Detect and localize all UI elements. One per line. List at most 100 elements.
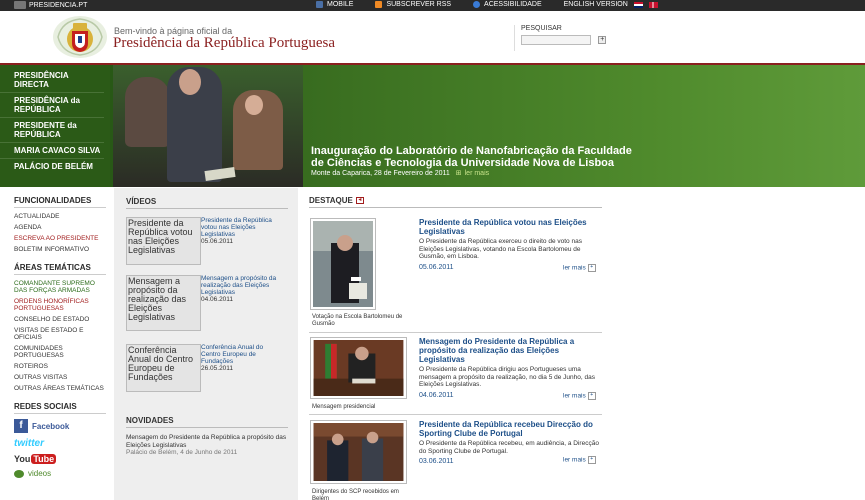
facebook-link[interactable]: f Facebook (14, 419, 106, 433)
video-caption[interactable]: Presidente da República votou nas Eleiçõ… (201, 217, 281, 245)
sidebar-item-roteiros[interactable]: ROTEIROS (14, 361, 106, 372)
twitter-logo-icon: twitter (14, 438, 44, 449)
facebook-icon: f (14, 419, 28, 433)
sidebar-item-boletim[interactable]: BOLETIM INFORMATIVO (14, 244, 106, 255)
video-item[interactable]: Presidente da República votou nas Eleiçõ… (126, 217, 296, 277)
videos-label: videos (28, 469, 52, 478)
hero-banner: PRESIDÊNCIA DIRECTA PRESIDÊNCIA da REPÚB… (0, 65, 865, 187)
banner-read-more-link[interactable]: ler mais (456, 170, 489, 177)
video-item[interactable]: Conferência Anual do Centro Europeu de F… (126, 344, 296, 404)
news-read-more[interactable]: ler mais (563, 456, 596, 464)
search-label: PESQUISAR (521, 25, 562, 32)
sidebar-item-conselho[interactable]: CONSELHO DE ESTADO (14, 314, 106, 325)
banner-place-date: Monte da Caparica, 28 de Fevereiro de 20… (311, 169, 489, 177)
video-date: 26.05.2011 (201, 365, 234, 372)
youtube-link[interactable]: You Tube (14, 454, 106, 464)
news-image[interactable] (310, 218, 376, 310)
video-caption[interactable]: Conferência Anual do Centro Europeu de F… (201, 344, 281, 372)
sidebar-item-escreva[interactable]: ESCREVA AO PRESIDENTE (14, 233, 106, 244)
nav-presidencia-directa[interactable]: PRESIDÊNCIA DIRECTA (0, 68, 104, 93)
news-date: 03.06.2011 (419, 458, 454, 465)
coat-of-arms-icon[interactable] (52, 15, 108, 59)
mobile-label: MOBILE (327, 1, 354, 8)
news-title[interactable]: Presidente da República votou nas Eleiçõ… (419, 218, 599, 236)
site-link[interactable]: PRESIDENCIA.PT (14, 1, 87, 9)
video-thumbnail[interactable]: Conferência Anual do Centro Europeu de F… (126, 344, 201, 392)
news-body: O Presidente da República recebeu, em au… (419, 440, 599, 455)
sidebar-item-comandante[interactable]: COMANDANTE SUPREMO DAS FORÇAS ARMADAS (14, 278, 106, 296)
rss-icon (375, 1, 383, 8)
videos-heading: VÍDEOS (126, 197, 288, 209)
news-image-caption: Votação na Escola Bartolomeu de Gusmão (312, 314, 403, 327)
destaque-section: DESTAQUE ◂ Votação na Escola Bartolomeu … (309, 196, 602, 500)
video-item[interactable]: Mensagem a propósito da realização das E… (126, 275, 296, 335)
video-date: 05.06.2011 (201, 238, 234, 245)
english-version-link[interactable]: ENGLISH VERSION (564, 1, 658, 8)
video-caption[interactable]: Mensagem a propósito da realização das E… (201, 275, 281, 303)
novidades-item[interactable]: Mensagem do Presidente da República a pr… (126, 434, 288, 449)
sidebar-item-agenda[interactable]: AGENDA (14, 222, 106, 233)
site-name: PRESIDENCIA.PT (29, 1, 88, 9)
news-image-caption: Dirigentes do SCP recebidos em Belém (312, 489, 399, 500)
news-title[interactable]: Mensagem do Presidente da República a pr… (419, 337, 599, 364)
redes-sociais-heading: REDES SOCIAIS (14, 402, 106, 414)
sidebar-item-outras-visitas[interactable]: OUTRAS VISITAS (14, 372, 106, 383)
news-image[interactable] (310, 337, 407, 399)
sidebar-item-comunidades[interactable]: COMUNIDADES PORTUGUESAS (14, 343, 106, 361)
videos-link[interactable]: videos (14, 469, 106, 478)
news-photo (313, 340, 404, 396)
english-version-label: ENGLISH VERSION (563, 1, 628, 8)
novidades-section: NOVIDADES Mensagem do Presidente da Repú… (126, 416, 288, 456)
uk-flag-icon (633, 1, 643, 8)
left-sidebar: FUNCIONALIDADES ACTUALIDADE AGENDA ESCRE… (14, 196, 106, 483)
areas-tematicas-heading: ÁREAS TEMÁTICAS (14, 263, 106, 275)
destaque-title: DESTAQUE (309, 196, 353, 205)
site-title[interactable]: Presidência da República Portuguesa (113, 35, 335, 52)
twitter-link[interactable]: twitter (14, 438, 106, 449)
video-thumbnail[interactable]: Mensagem a propósito da realização das E… (126, 275, 201, 331)
presidency-logo-icon (14, 1, 26, 9)
nav-palacio-belem[interactable]: PALÁCIO DE BELÉM (0, 159, 104, 174)
video-thumbnail[interactable]: Presidente da República votou nas Eleiçõ… (126, 217, 201, 265)
youtube-tube-text: Tube (31, 454, 57, 464)
top-bar: PRESIDENCIA.PT MOBILE SUBSCREVER RSS ACE… (0, 0, 865, 11)
sidebar-item-actualidade[interactable]: ACTUALIDADE (14, 211, 106, 222)
us-flag-icon (648, 1, 658, 8)
news-body: O Presidente da República dirigiu aos Po… (419, 366, 595, 388)
novidades-meta: Palácio de Belém, 4 de Junho de 2011 (126, 449, 238, 456)
video-title: Mensagem a propósito da realização das E… (201, 275, 277, 296)
nav-maria-cavaco-silva[interactable]: MARIA CAVACO SILVA (0, 143, 104, 159)
nav-presidente-republica[interactable]: PRESIDENTE da REPÚBLICA (0, 118, 104, 143)
news-body: O Presidente da República exerceu o dire… (419, 238, 582, 260)
accessibility-link[interactable]: ACESSIBILIDADE (473, 1, 542, 8)
news-image[interactable] (310, 420, 407, 484)
sidebar-item-visitas-estado[interactable]: VISITAS DE ESTADO E OFICIAIS (14, 325, 106, 343)
sidebar-item-ordens[interactable]: ORDENS HONORÍFICAS PORTUGUESAS (14, 296, 106, 314)
facebook-label: Facebook (32, 421, 70, 431)
search-input[interactable] (521, 35, 591, 45)
search-box: PESQUISAR + (514, 25, 607, 51)
news-photo (313, 221, 373, 307)
youtube-you-text: You (14, 454, 31, 464)
rss-feed-icon[interactable]: ◂ (355, 197, 364, 204)
header: Bem-vindo à página oficial da Presidênci… (0, 11, 865, 63)
video-title: Conferência Anual do Centro Europeu de F… (201, 344, 264, 365)
rss-label: SUBSCREVER RSS (386, 1, 452, 8)
banner-photo[interactable] (113, 65, 303, 187)
mobile-link[interactable]: MOBILE (316, 1, 353, 8)
news-date: 04.06.2011 (419, 392, 454, 399)
news-read-more[interactable]: ler mais (563, 264, 596, 272)
news-read-more[interactable]: ler mais (563, 392, 596, 400)
nav-presidencia-republica[interactable]: PRESIDÊNCIA da REPÚBLICA (0, 93, 104, 118)
rss-link[interactable]: SUBSCREVER RSS (375, 1, 451, 8)
video-title: Presidente da República votou nas Eleiçõ… (201, 217, 272, 238)
search-button[interactable]: + (598, 36, 607, 44)
middle-column: VÍDEOS Presidente da República votou nas… (114, 188, 298, 500)
news-title[interactable]: Presidente da República recebeu Direcção… (419, 420, 599, 438)
novidades-heading: NOVIDADES (126, 416, 288, 428)
news-item: Dirigentes do SCP recebidos em Belém Pre… (309, 420, 602, 500)
sidebar-item-outras-areas[interactable]: OUTRAS ÁREAS TEMÁTICAS (14, 383, 106, 394)
youtube-logo-icon: You Tube (14, 454, 57, 464)
banner-nav: PRESIDÊNCIA DIRECTA PRESIDÊNCIA da REPÚB… (0, 65, 110, 187)
banner-headline[interactable]: Inauguração do Laboratório de Nanofabric… (311, 145, 641, 169)
